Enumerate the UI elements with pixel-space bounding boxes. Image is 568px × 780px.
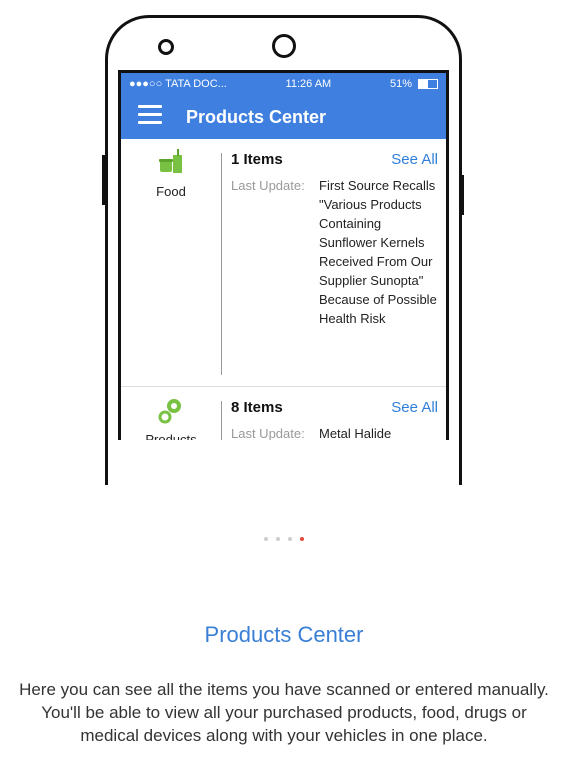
page-title: Products Center <box>186 107 327 127</box>
app-bar: ●●●○○ TATA DOC... 11:26 AM 51% Products … <box>121 73 446 139</box>
page-dot[interactable] <box>288 537 292 541</box>
page-dot-active[interactable] <box>300 537 304 541</box>
phone-screen: ●●●○○ TATA DOC... 11:26 AM 51% Products … <box>118 70 449 440</box>
see-all-link[interactable]: See All <box>391 151 438 168</box>
status-bar: ●●●○○ TATA DOC... 11:26 AM 51% <box>121 73 446 95</box>
see-all-link[interactable]: See All <box>391 399 438 416</box>
battery-area: 51% <box>390 73 438 95</box>
onboarding-description: Here you can see all the items you have … <box>19 680 549 745</box>
phone-side-button <box>460 175 464 215</box>
hamburger-menu-icon[interactable] <box>138 105 162 125</box>
category-label: Products <box>145 432 197 440</box>
page-dot[interactable] <box>276 537 280 541</box>
clock: 11:26 AM <box>285 78 332 90</box>
phone-camera <box>272 34 296 58</box>
divider <box>221 153 222 375</box>
phone-sensor <box>158 39 174 55</box>
phone-side-button <box>102 155 106 205</box>
battery-level: 51% <box>389 78 412 90</box>
carrier-label: ●●●○○ TATA DOC... <box>129 78 227 90</box>
category-label: Food <box>156 184 186 199</box>
battery-icon <box>417 79 438 89</box>
page-dot[interactable] <box>264 537 268 541</box>
food-icon <box>159 149 182 173</box>
onboarding-title: Products Center <box>204 622 364 647</box>
gears-icon <box>158 399 181 424</box>
list-item-products[interactable]: Products See All 8 Items Last Update: Me… <box>121 387 446 440</box>
list-item-food[interactable]: Food See All 1 Items Last Update: First … <box>121 139 446 387</box>
last-update-label: Last Update: <box>231 426 305 440</box>
page-indicator <box>0 528 568 546</box>
last-update-value: Metal Halide <box>319 426 392 440</box>
divider <box>221 401 222 440</box>
last-update-value: First Source Recalls "Various Products C… <box>319 178 437 326</box>
last-update-label: Last Update: <box>231 178 305 193</box>
